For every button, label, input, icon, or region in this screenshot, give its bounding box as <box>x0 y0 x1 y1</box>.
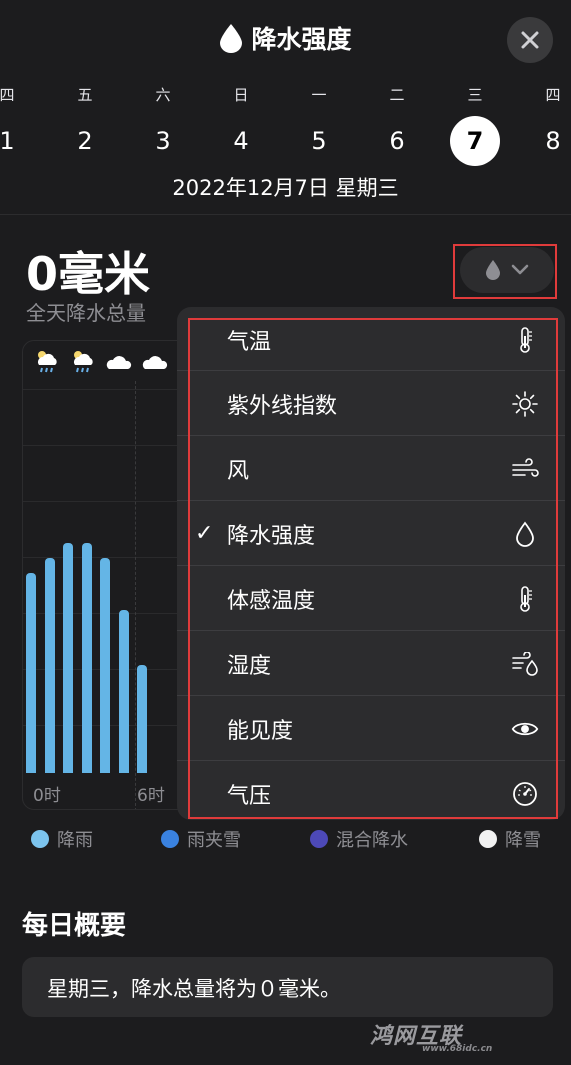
chart-gridline-6h <box>135 381 136 809</box>
total-subtitle: 全天降水总量 <box>26 301 146 325</box>
title-wrap: 降水强度 <box>0 20 571 57</box>
watermark-url: www.68idc.cn <box>422 1044 493 1054</box>
legend-label: 雨夹雪 <box>187 830 241 851</box>
highlight-box <box>453 244 557 299</box>
legend-dot <box>161 830 179 848</box>
x-tick-label: 0时 <box>33 786 61 806</box>
rain-cloud-icon <box>74 351 93 373</box>
weekday-label: 二 <box>389 86 405 104</box>
legend-label: 降雨 <box>57 830 93 851</box>
legend-item-snow: 降雪 <box>479 826 541 852</box>
legend-dot <box>31 830 49 848</box>
legend-item-mixed: 混合降水 <box>310 826 408 852</box>
rain-cloud-icon <box>38 351 57 373</box>
header: 降水强度 <box>0 0 571 80</box>
cloud-icon <box>142 356 168 369</box>
legend-dot <box>310 830 328 848</box>
weather-icon-row <box>33 349 169 375</box>
x-tick-label: 6时 <box>137 786 165 806</box>
bar <box>63 543 73 773</box>
weekday-label: 四 <box>0 86 15 104</box>
watermark: 鸿网互联 www.68idc.cn <box>370 1018 550 1058</box>
drop-icon <box>220 24 243 53</box>
legend-label: 降雪 <box>505 830 541 851</box>
summary-card: 星期三，降水总量将为０毫米。 <box>22 957 553 1017</box>
page-title: 降水强度 <box>219 20 352 56</box>
bar <box>137 665 147 773</box>
day-button[interactable]: 8 <box>528 116 571 166</box>
day-button[interactable]: 2 <box>60 116 110 166</box>
weekday-label: 三 <box>467 86 483 104</box>
day-button[interactable]: 4 <box>216 116 266 166</box>
weekday-label: 四 <box>545 86 561 104</box>
legend-item-rain: 降雨 <box>31 826 93 852</box>
day-row: 1 2 3 4 5 6 7 8 <box>0 116 571 166</box>
legend-item-sleet: 雨夹雪 <box>161 826 241 852</box>
day-button[interactable]: 6 <box>372 116 422 166</box>
bar <box>26 573 36 773</box>
highlight-box <box>188 318 558 819</box>
weekday-label: 一 <box>311 86 327 104</box>
title-text: 降水强度 <box>251 25 352 54</box>
divider <box>0 214 571 215</box>
summary-text: 星期三，降水总量将为０毫米。 <box>47 977 341 1001</box>
close-button[interactable] <box>507 17 553 63</box>
bar <box>118 610 129 773</box>
legend-dot <box>479 830 497 848</box>
weekday-label: 五 <box>77 86 93 104</box>
legend: 降雨 雨夹雪 混合降水 降雪 <box>0 826 571 852</box>
weekday-label: 六 <box>155 86 171 104</box>
weekday-label: 日 <box>233 86 249 104</box>
bar <box>100 558 110 773</box>
day-button-selected[interactable]: 7 <box>450 116 500 166</box>
cloud-icon <box>106 356 132 369</box>
summary-title: 每日概要 <box>22 911 127 941</box>
day-button[interactable]: 3 <box>138 116 188 166</box>
total-precipitation: 0毫米 <box>26 247 151 301</box>
weekday-row: 四 五 六 日 一 二 三 四 <box>0 84 571 104</box>
legend-label: 混合降水 <box>336 830 408 851</box>
close-icon <box>521 31 539 49</box>
selected-date: 2022年12月7日 星期三 <box>172 176 399 200</box>
bar <box>81 543 92 773</box>
bar <box>44 558 55 773</box>
day-button[interactable]: 5 <box>294 116 344 166</box>
day-button[interactable]: 1 <box>0 116 32 166</box>
